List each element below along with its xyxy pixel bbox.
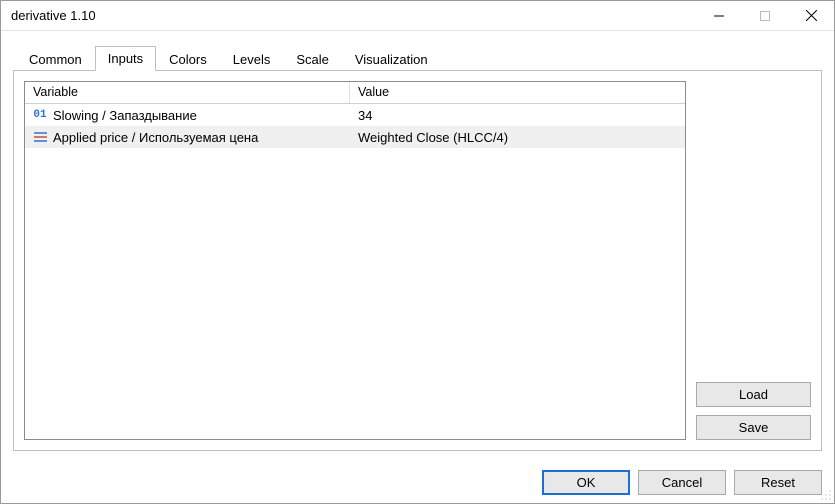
close-button[interactable] <box>788 1 834 30</box>
content-area: Common Inputs Colors Levels Scale Visual… <box>1 31 834 461</box>
table-cell-value[interactable]: 34 <box>350 104 685 126</box>
number-type-icon: 01 <box>33 108 47 122</box>
enum-type-icon <box>33 130 47 144</box>
variable-value: 34 <box>358 108 372 123</box>
tab-common[interactable]: Common <box>16 47 95 71</box>
minimize-button[interactable] <box>696 1 742 30</box>
tab-colors[interactable]: Colors <box>156 47 220 71</box>
save-button[interactable]: Save <box>696 415 811 440</box>
table-row[interactable]: Applied price / Используемая цена Weight… <box>25 126 685 148</box>
tab-panel: Variable Value 01 Slowing / Запаздывание… <box>13 70 822 451</box>
tab-bar: Common Inputs Colors Levels Scale Visual… <box>16 44 822 70</box>
table-cell-value[interactable]: Weighted Close (HLCC/4) <box>350 126 685 148</box>
titlebar: derivative 1.10 <box>1 1 834 31</box>
side-button-panel: Load Save <box>696 81 811 440</box>
table-cell-variable: 01 Slowing / Запаздывание <box>25 104 350 126</box>
reset-button[interactable]: Reset <box>734 470 822 495</box>
inputs-table: Variable Value 01 Slowing / Запаздывание… <box>24 81 686 440</box>
variable-name: Applied price / Используемая цена <box>53 130 258 145</box>
cancel-button[interactable]: Cancel <box>638 470 726 495</box>
window-title: derivative 1.10 <box>11 8 96 23</box>
ok-button[interactable]: OK <box>542 470 630 495</box>
window-controls <box>696 1 834 30</box>
tab-visualization[interactable]: Visualization <box>342 47 441 71</box>
tab-scale[interactable]: Scale <box>283 47 342 71</box>
variable-value: Weighted Close (HLCC/4) <box>358 130 508 145</box>
tab-levels[interactable]: Levels <box>220 47 284 71</box>
col-header-variable[interactable]: Variable <box>25 82 350 103</box>
tab-inputs[interactable]: Inputs <box>95 46 156 71</box>
resize-grip-icon[interactable] <box>820 489 832 501</box>
table-body: 01 Slowing / Запаздывание 34 <box>25 104 685 439</box>
table-header: Variable Value <box>25 82 685 104</box>
table-cell-variable: Applied price / Используемая цена <box>25 126 350 148</box>
maximize-button <box>742 1 788 30</box>
dialog-window: derivative 1.10 Common Inputs Colors Lev… <box>0 0 835 504</box>
variable-name: Slowing / Запаздывание <box>53 108 197 123</box>
table-row[interactable]: 01 Slowing / Запаздывание 34 <box>25 104 685 126</box>
load-button[interactable]: Load <box>696 382 811 407</box>
col-header-value[interactable]: Value <box>350 82 685 103</box>
bottom-button-bar: OK Cancel Reset <box>1 461 834 503</box>
